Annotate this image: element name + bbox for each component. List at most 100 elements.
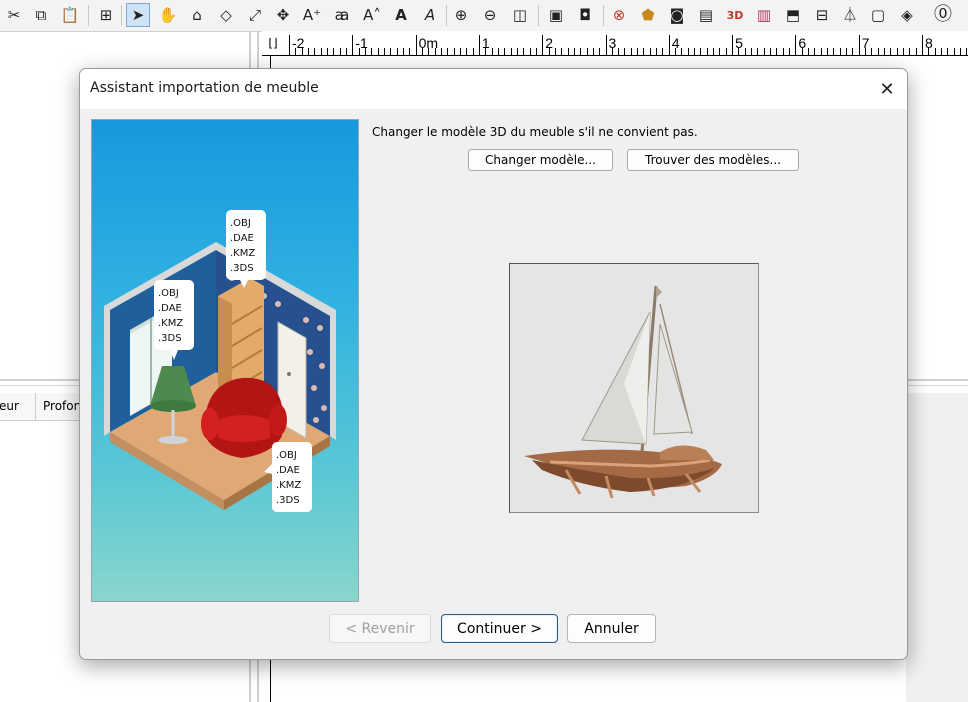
ruler-minor-tick bbox=[497, 48, 499, 55]
format-label: .OBJ bbox=[230, 218, 251, 229]
ruler-minor-tick bbox=[839, 48, 841, 55]
continue-button[interactable]: Continuer > bbox=[441, 614, 558, 643]
ruler-minor-tick bbox=[510, 48, 512, 55]
format-label: .OBJ bbox=[158, 288, 179, 299]
lower-right-panel bbox=[906, 393, 968, 702]
photo-camera-icon[interactable]: ◙ bbox=[665, 3, 689, 27]
create-walls-icon[interactable]: ⌂ bbox=[185, 3, 209, 27]
format-label: .KMZ bbox=[158, 318, 183, 329]
main-toolbar: ✂ ⧉ 📋 ⊞ ➤ ✋ ⌂ ◇ ⤢ ✥ A⁺ ꜳ A˄ A A ⊕ ⊖ ◫ ▣ … bbox=[0, 0, 968, 32]
ruler-minor-tick bbox=[466, 48, 468, 55]
ruler-minor-tick bbox=[719, 48, 721, 55]
video-icon[interactable]: ▤ bbox=[694, 3, 718, 27]
ruler-minor-tick bbox=[314, 48, 316, 55]
create-dimensions-icon[interactable]: ✥ bbox=[271, 3, 295, 27]
ruler-minor-tick bbox=[820, 48, 822, 55]
toolbar-separator bbox=[121, 5, 122, 26]
format-label: .3DS bbox=[276, 495, 300, 506]
toolbar-separator bbox=[446, 5, 447, 26]
import-furniture-wizard: Assistant importation de meuble ✕ .OBJ .… bbox=[79, 68, 908, 660]
ruler-minor-tick bbox=[377, 48, 379, 55]
ruler-minor-tick bbox=[561, 48, 563, 55]
virtual-visit-icon[interactable]: ◘ bbox=[573, 3, 597, 27]
format-label: .KMZ bbox=[276, 480, 301, 491]
ruler-minor-tick bbox=[345, 48, 347, 55]
ruler-corner-icon: ⌊⌋ bbox=[268, 36, 278, 50]
close-button[interactable]: ✕ bbox=[873, 75, 901, 103]
select-arrow-icon[interactable]: ➤ bbox=[126, 3, 150, 27]
ruler-minor-tick bbox=[295, 48, 297, 55]
ruler-minor-tick bbox=[884, 48, 886, 55]
ruler-minor-tick bbox=[339, 48, 341, 55]
ruler-minor-tick bbox=[599, 48, 601, 55]
ruler-minor-tick bbox=[428, 48, 430, 55]
back-button[interactable]: < Revenir bbox=[329, 614, 431, 643]
ruler-minor-tick bbox=[409, 48, 411, 55]
ruler-minor-tick bbox=[959, 48, 961, 55]
ruler-minor-tick bbox=[434, 48, 436, 55]
decrease-text-size-icon[interactable]: A˄ bbox=[360, 3, 384, 27]
ruler-minor-tick bbox=[681, 48, 683, 55]
find-models-button[interactable]: Trouver des modèles... bbox=[627, 149, 799, 171]
zoom-in-icon[interactable]: ⊕ bbox=[449, 3, 473, 27]
ruler-minor-tick bbox=[814, 48, 816, 55]
change-model-button[interactable]: Changer modèle... bbox=[468, 149, 613, 171]
add-furniture-icon[interactable]: ⊞ bbox=[94, 3, 118, 27]
ruler-minor-tick bbox=[656, 48, 658, 55]
ruler-minor-tick bbox=[833, 48, 835, 55]
column-header-depth[interactable]: Profon bbox=[43, 399, 81, 413]
copy-icon[interactable]: ⧉ bbox=[29, 3, 53, 27]
ruler-minor-tick bbox=[789, 48, 791, 55]
modify-furniture-icon[interactable]: ⬟ bbox=[636, 3, 660, 27]
export-icon[interactable]: ▥ bbox=[752, 3, 776, 27]
create-photo-icon[interactable]: ◫ bbox=[508, 3, 532, 27]
ruler-minor-tick bbox=[491, 48, 493, 55]
ruler-minor-tick bbox=[624, 48, 626, 55]
preferences-icon[interactable]: ⬒ bbox=[781, 3, 805, 27]
cancel-button[interactable]: Annuler bbox=[567, 614, 656, 643]
ruler-major-tick bbox=[415, 35, 417, 55]
3d-view-icon[interactable]: 3D bbox=[723, 3, 747, 27]
create-polylines-icon[interactable]: ⤢ bbox=[243, 3, 267, 27]
ruler-minor-tick bbox=[649, 48, 651, 55]
ruler-minor-tick bbox=[738, 48, 740, 55]
increase-text-size-icon[interactable]: ꜳ bbox=[330, 3, 354, 27]
ruler-minor-tick bbox=[447, 48, 449, 55]
zoom-out-icon[interactable]: ⊖ bbox=[478, 3, 502, 27]
ruler-major-tick bbox=[922, 35, 923, 55]
ruler-minor-tick bbox=[333, 48, 335, 55]
ruler-major-tick bbox=[668, 35, 670, 55]
dialog-title: Assistant importation de meuble bbox=[90, 80, 319, 96]
ruler-major-tick bbox=[605, 35, 607, 55]
ruler-minor-tick bbox=[630, 48, 632, 55]
ruler-minor-tick bbox=[567, 48, 569, 55]
ruler-minor-tick bbox=[573, 48, 575, 55]
flip-icon[interactable]: ⏃ bbox=[838, 3, 862, 27]
ruler-minor-tick bbox=[618, 48, 620, 55]
create-rooms-icon[interactable]: ◇ bbox=[214, 3, 238, 27]
column-divider[interactable] bbox=[35, 393, 36, 420]
plan-window-icon[interactable]: ▢ bbox=[866, 3, 890, 27]
aerial-view-icon[interactable]: ▣ bbox=[544, 3, 568, 27]
wizard-illustration: .OBJ .DAE .KMZ .3DS .OBJ .DAE .KMZ .3DS … bbox=[91, 119, 359, 602]
bold-text-icon[interactable]: A bbox=[389, 3, 413, 27]
ruler-minor-tick bbox=[808, 48, 810, 55]
paste-icon[interactable]: 📋 bbox=[58, 3, 82, 27]
pan-hand-icon[interactable]: ✋ bbox=[156, 3, 180, 27]
ruler-minor-tick bbox=[947, 48, 949, 55]
column-header-color[interactable]: eur bbox=[0, 399, 19, 413]
ruler-minor-tick bbox=[662, 48, 664, 55]
layout-icon[interactable]: ⊟ bbox=[810, 3, 834, 27]
model-preview[interactable] bbox=[509, 263, 759, 513]
italic-text-icon[interactable]: A bbox=[418, 3, 442, 27]
ruler-minor-tick bbox=[725, 48, 727, 55]
import-furniture-icon[interactable]: ⊗ bbox=[607, 3, 631, 27]
ruler-minor-tick bbox=[871, 48, 873, 55]
ruler-major-tick bbox=[289, 35, 290, 55]
ruler-minor-tick bbox=[529, 48, 531, 55]
cut-icon[interactable]: ✂ bbox=[2, 3, 26, 27]
ruler-minor-tick bbox=[757, 48, 759, 55]
help-icon[interactable]: ⓪ bbox=[931, 3, 955, 27]
add-text-icon[interactable]: A⁺ bbox=[300, 3, 324, 27]
tape-measure-icon[interactable]: ◈ bbox=[895, 3, 919, 27]
